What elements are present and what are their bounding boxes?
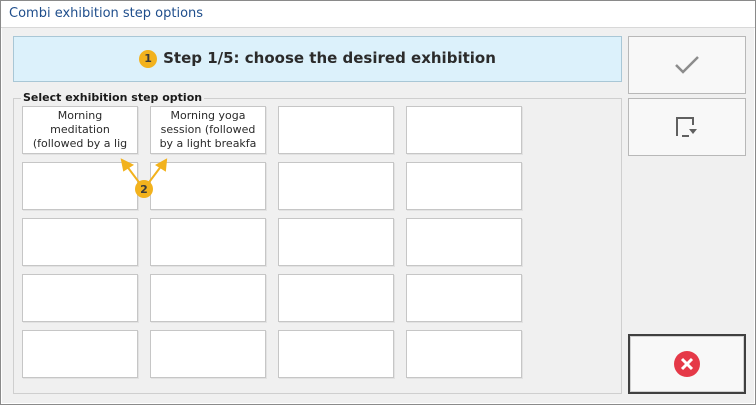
option-button-label: Morning meditation (followed by a lig [32, 109, 128, 150]
step-header: 1 Step 1/5: choose the desired exhibition [13, 36, 622, 82]
next-step-button[interactable] [628, 98, 746, 156]
option-button-empty[interactable] [406, 330, 522, 378]
option-button-empty[interactable] [406, 106, 522, 154]
option-button-empty[interactable] [406, 218, 522, 266]
checkmark-icon [675, 56, 699, 74]
option-group: Select exhibition step option Morning me… [13, 91, 622, 394]
option-button-empty[interactable] [406, 274, 522, 322]
option-button-empty[interactable] [150, 162, 266, 210]
option-button-empty[interactable] [278, 274, 394, 322]
dialog-window: Combi exhibition step options 1 Step 1/5:… [0, 0, 756, 405]
option-button-empty[interactable] [22, 218, 138, 266]
option-button-empty[interactable] [278, 162, 394, 210]
option-button-empty[interactable] [22, 274, 138, 322]
option-button-empty[interactable] [278, 330, 394, 378]
confirm-button[interactable] [628, 36, 746, 94]
close-circle-icon [674, 351, 700, 377]
step-title: Step 1/5: choose the desired exhibition [163, 49, 496, 67]
option-button-label: Morning yoga session (followed by a ligh… [159, 109, 257, 150]
cancel-button[interactable] [628, 334, 746, 394]
option-button-empty[interactable] [406, 162, 522, 210]
option-button-empty[interactable] [150, 218, 266, 266]
option-group-label: Select exhibition step option [21, 91, 205, 104]
option-button-empty[interactable] [22, 162, 138, 210]
step-marker-badge: 1 [139, 50, 158, 68]
option-button-1[interactable]: Morning meditation (followed by a lig [22, 106, 138, 154]
option-button-empty[interactable] [150, 274, 266, 322]
option-button-empty[interactable] [22, 330, 138, 378]
option-button-empty[interactable] [278, 218, 394, 266]
option-button-2[interactable]: Morning yoga session (followed by a ligh… [150, 106, 266, 154]
option-button-empty[interactable] [150, 330, 266, 378]
dialog-content: 1 Step 1/5: choose the desired exhibition… [2, 28, 754, 403]
option-button-empty[interactable] [278, 106, 394, 154]
window-title: Combi exhibition step options [9, 6, 204, 21]
title-bar: Combi exhibition step options [1, 1, 755, 28]
next-step-icon [676, 117, 697, 137]
